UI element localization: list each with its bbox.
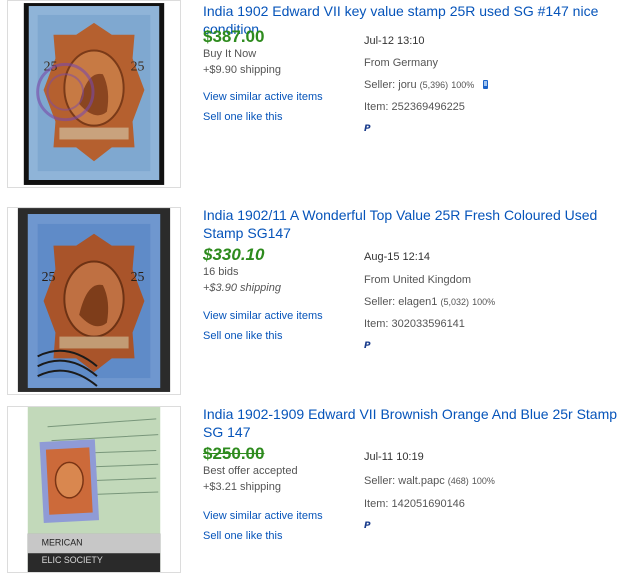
- listing-format: 16 bids: [203, 266, 239, 278]
- listing-shipping: +$9.90 shipping: [203, 64, 281, 76]
- view-similar-link[interactable]: View similar active items: [203, 91, 323, 103]
- listing-price: $387.00: [203, 27, 265, 46]
- seller-name[interactable]: elagen1: [398, 296, 437, 308]
- svg-text:ELIC SOCIETY: ELIC SOCIETY: [42, 555, 103, 565]
- seller-name[interactable]: joru: [398, 79, 416, 91]
- view-similar-link[interactable]: View similar active items: [203, 510, 323, 522]
- sell-one-link[interactable]: Sell one like this: [203, 330, 283, 342]
- listing-thumbnail[interactable]: 25 25: [7, 207, 181, 395]
- seller-info: Seller: elagen1 (5,032) 100%: [364, 296, 495, 308]
- listing-format: Buy It Now: [203, 48, 257, 60]
- item-number: Item: 302033596141: [364, 318, 465, 330]
- seller-info: Seller: walt.papc (468) 100%: [364, 475, 495, 487]
- listing-date: Aug-15 12:14: [364, 251, 431, 263]
- stamp-image: 25 25: [17, 208, 171, 392]
- listing-thumbnail[interactable]: MERICAN ELIC SOCIETY: [7, 406, 181, 573]
- seller-info: Seller: joru (5,396) 100%: [364, 79, 489, 91]
- view-similar-link[interactable]: View similar active items: [203, 310, 323, 322]
- seller-feedback-count: (5,032): [440, 297, 469, 307]
- listing-location: From United Kingdom: [364, 274, 471, 286]
- listing-date: Jul-12 13:10: [364, 35, 425, 47]
- seller-label: Seller:: [364, 296, 399, 308]
- seller-feedback-count: (5,396): [419, 80, 449, 90]
- item-number: Item: 142051690146: [364, 498, 465, 510]
- svg-text:MERICAN: MERICAN: [42, 537, 83, 547]
- paypal-icon: P: [364, 521, 371, 531]
- seller-label: Seller:: [364, 475, 399, 487]
- listing-shipping: +$3.21 shipping: [203, 481, 281, 493]
- stamp-image: MERICAN ELIC SOCIETY: [27, 407, 161, 572]
- paypal-icon: P: [364, 124, 371, 134]
- listing-title[interactable]: India 1902 Edward VII key value stamp 25…: [203, 2, 635, 38]
- seller-feedback-percent: 100%: [471, 476, 495, 486]
- listing-date: Jul-11 10:19: [364, 451, 424, 463]
- seller-feedback-count: (468): [447, 476, 469, 486]
- sell-one-link[interactable]: Sell one like this: [203, 530, 283, 542]
- paypal-icon: P: [364, 341, 371, 351]
- listing-title[interactable]: India 1902-1909 Edward VII Brownish Oran…: [203, 405, 635, 441]
- seller-label: Seller:: [364, 79, 399, 91]
- listing-title[interactable]: India 1902/11 A Wonderful Top Value 25R …: [203, 206, 635, 242]
- listing-shipping: +$3.90 shipping: [203, 282, 281, 294]
- svg-text:25: 25: [131, 269, 145, 284]
- listing-price: $250.00: [203, 444, 265, 463]
- seller-feedback-percent: 100%: [451, 80, 475, 90]
- mobile-icon: [483, 80, 489, 89]
- listing-price: $330.10: [203, 245, 265, 264]
- listing-location: From Germany: [364, 57, 438, 69]
- seller-name[interactable]: walt.papc: [398, 475, 444, 487]
- listing-thumbnail[interactable]: 25 25: [7, 0, 181, 188]
- svg-text:25: 25: [131, 58, 145, 73]
- item-number: Item: 252369496225: [364, 101, 465, 113]
- stamp-image: 25 25: [23, 3, 165, 185]
- sell-one-link[interactable]: Sell one like this: [203, 111, 283, 123]
- seller-feedback-percent: 100%: [472, 297, 496, 307]
- listing-format: Best offer accepted: [203, 465, 298, 477]
- svg-text:25: 25: [42, 269, 56, 284]
